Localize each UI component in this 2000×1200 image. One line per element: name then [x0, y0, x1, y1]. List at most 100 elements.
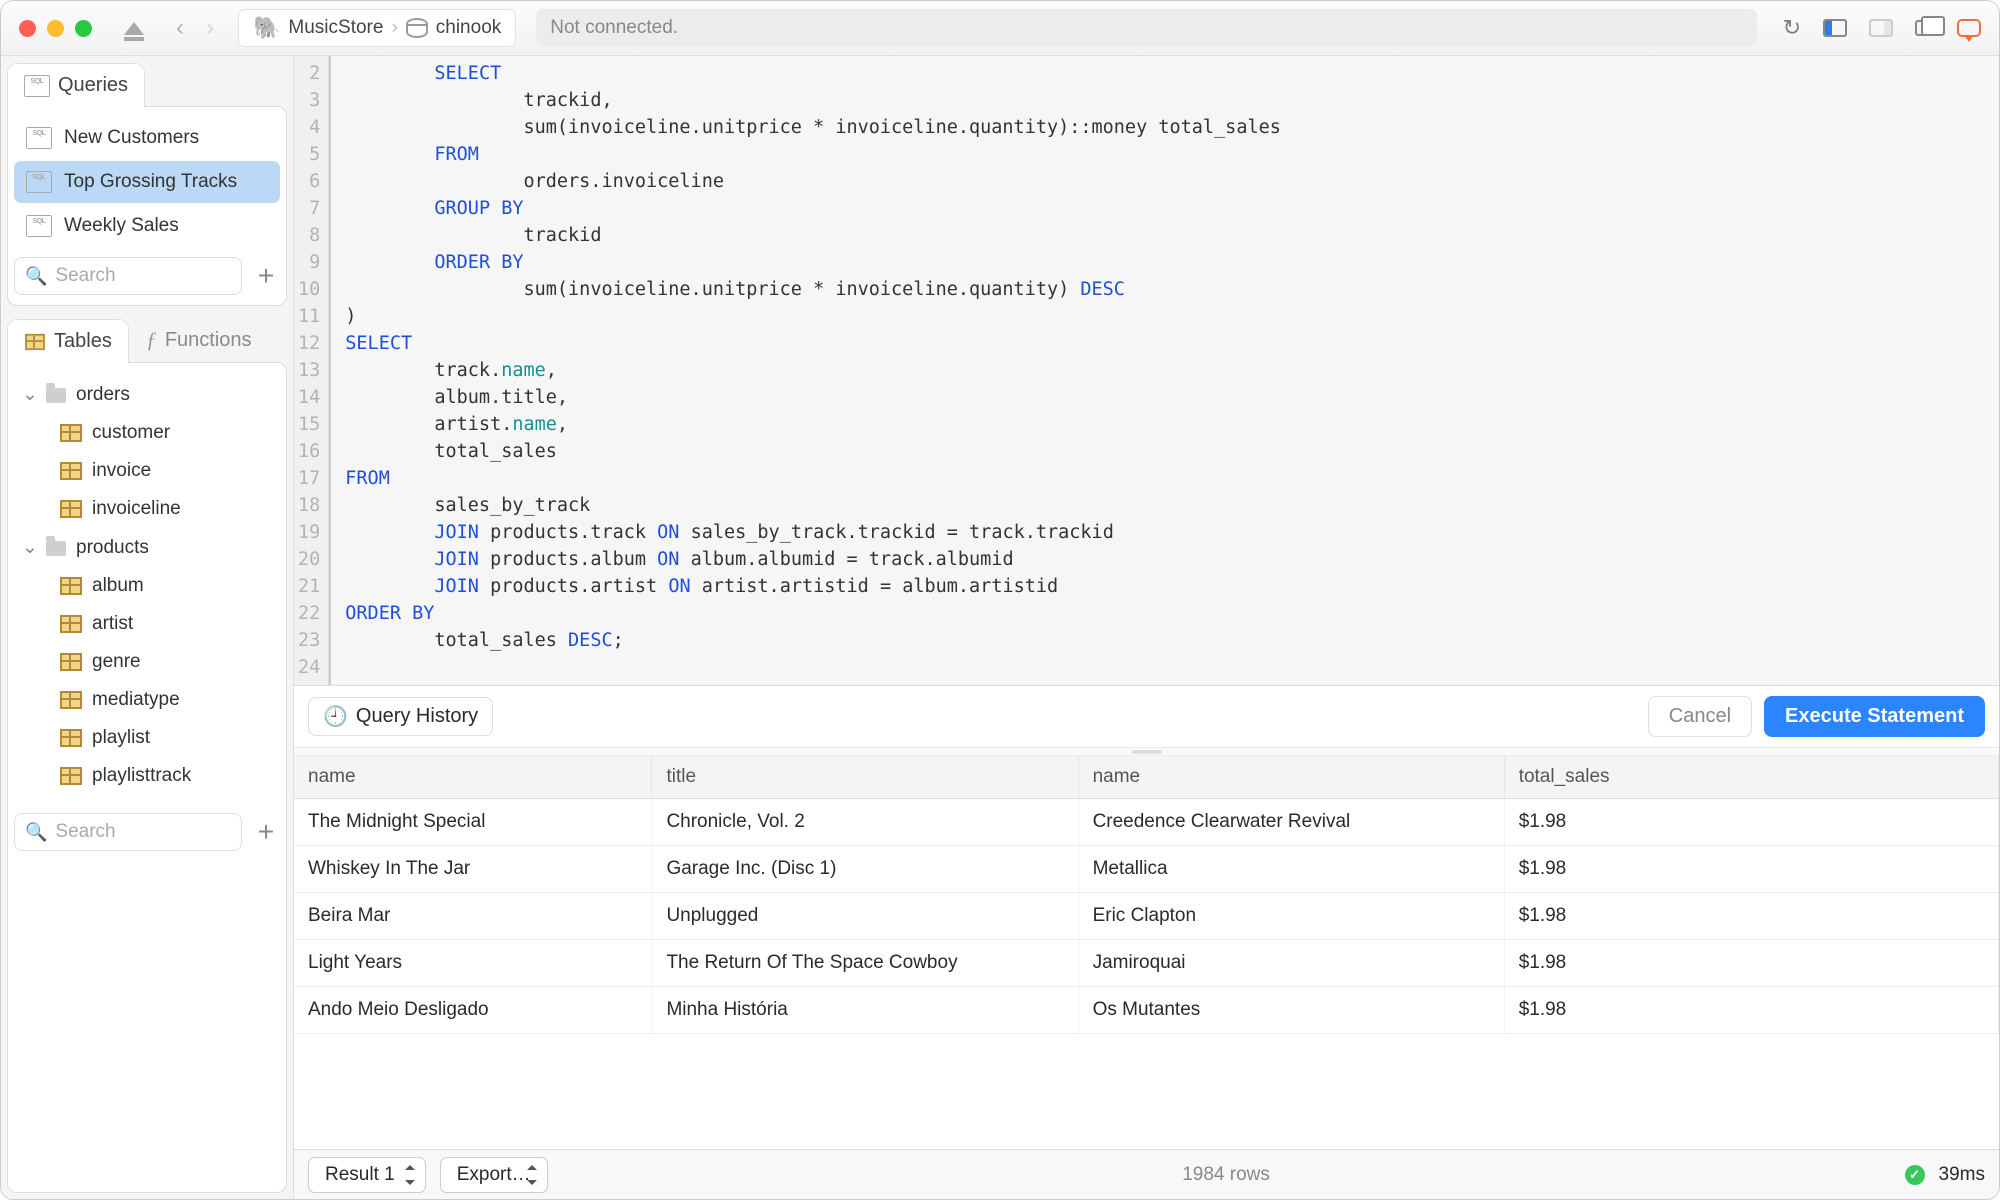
- eject-icon[interactable]: [124, 22, 144, 35]
- table-node[interactable]: album: [8, 567, 286, 605]
- sql-file-icon: [26, 215, 52, 237]
- table-cell[interactable]: Light Years: [294, 940, 652, 987]
- add-table-button[interactable]: +: [252, 816, 280, 848]
- table-cell[interactable]: Jamiroquai: [1078, 940, 1504, 987]
- search-icon: 🔍: [25, 822, 47, 843]
- table-cell[interactable]: Whiskey In The Jar: [294, 846, 652, 893]
- breadcrumb-project: MusicStore: [288, 17, 383, 39]
- table-row[interactable]: Whiskey In The JarGarage Inc. (Disc 1)Me…: [294, 846, 1999, 893]
- table-cell[interactable]: $1.98: [1504, 987, 1998, 1034]
- zoom-window[interactable]: [75, 20, 92, 37]
- table-label: album: [92, 575, 144, 597]
- table-node[interactable]: mediatype: [8, 681, 286, 719]
- query-item-label: New Customers: [64, 127, 199, 149]
- table-cell[interactable]: $1.98: [1504, 846, 1998, 893]
- table-label: artist: [92, 613, 133, 635]
- schema-label: orders: [76, 384, 130, 406]
- status-ok-icon: ✓: [1905, 1165, 1925, 1185]
- breadcrumb-separator: ›: [391, 17, 397, 39]
- result-tab-select[interactable]: Result 1: [308, 1157, 426, 1193]
- table-cell[interactable]: Garage Inc. (Disc 1): [652, 846, 1078, 893]
- windows-icon[interactable]: [1915, 20, 1935, 36]
- table-icon: [60, 500, 82, 518]
- table-node[interactable]: playlist: [8, 719, 286, 757]
- table-cell[interactable]: Beira Mar: [294, 893, 652, 940]
- table-cell[interactable]: Os Mutantes: [1078, 987, 1504, 1034]
- breadcrumb[interactable]: 🐘 MusicStore › chinook: [238, 9, 516, 47]
- table-row[interactable]: Ando Meio DesligadoMinha HistóriaOs Muta…: [294, 987, 1999, 1034]
- table-node[interactable]: genre: [8, 643, 286, 681]
- export-button[interactable]: Export…: [440, 1157, 548, 1193]
- sql-file-icon: [26, 127, 52, 149]
- column-header[interactable]: name: [294, 756, 652, 799]
- queries-search[interactable]: 🔍 Search: [14, 257, 242, 295]
- execute-button[interactable]: Execute Statement: [1764, 696, 1985, 737]
- table-label: playlisttrack: [92, 765, 191, 787]
- row-count: 1984 rows: [562, 1164, 1891, 1186]
- table-cell[interactable]: Minha História: [652, 987, 1078, 1034]
- table-node[interactable]: invoiceline: [8, 490, 286, 528]
- table-cell[interactable]: $1.98: [1504, 893, 1998, 940]
- folder-icon: [46, 541, 66, 556]
- query-item[interactable]: New Customers: [14, 117, 280, 159]
- tab-functions[interactable]: ƒ Functions: [129, 316, 269, 363]
- function-icon: ƒ: [146, 327, 157, 353]
- table-cell[interactable]: Chronicle, Vol. 2: [652, 799, 1078, 846]
- tab-functions-label: Functions: [165, 329, 252, 352]
- search-placeholder: Search: [55, 821, 115, 843]
- sql-file-icon: [26, 171, 52, 193]
- table-cell[interactable]: The Return Of The Space Cowboy: [652, 940, 1078, 987]
- query-item-label: Weekly Sales: [64, 215, 179, 237]
- query-item[interactable]: Top Grossing Tracks: [14, 161, 280, 203]
- table-cell[interactable]: Eric Clapton: [1078, 893, 1504, 940]
- table-cell[interactable]: The Midnight Special: [294, 799, 652, 846]
- table-cell[interactable]: Ando Meio Desligado: [294, 987, 652, 1034]
- schema-node[interactable]: ⌄products: [8, 528, 286, 567]
- table-row[interactable]: Beira MarUnpluggedEric Clapton$1.98: [294, 893, 1999, 940]
- results-splitter[interactable]: [294, 748, 1999, 756]
- table-node[interactable]: customer: [8, 414, 286, 452]
- table-icon: [60, 577, 82, 595]
- schema-node[interactable]: ⌄orders: [8, 375, 286, 414]
- column-header[interactable]: title: [652, 756, 1078, 799]
- query-item[interactable]: Weekly Sales: [14, 205, 280, 247]
- tab-queries-label: Queries: [58, 74, 128, 97]
- right-panel-toggle-icon[interactable]: [1869, 19, 1893, 37]
- query-item-label: Top Grossing Tracks: [64, 171, 237, 193]
- table-node[interactable]: playlisttrack: [8, 757, 286, 795]
- nav-back-icon[interactable]: ‹: [176, 14, 184, 42]
- table-cell[interactable]: $1.98: [1504, 799, 1998, 846]
- left-panel-toggle-icon[interactable]: [1823, 19, 1847, 37]
- column-header[interactable]: name: [1078, 756, 1504, 799]
- table-label: invoiceline: [92, 498, 181, 520]
- folder-icon: [46, 388, 66, 403]
- table-label: mediatype: [92, 689, 180, 711]
- query-history-button[interactable]: 🕘 Query History: [308, 697, 493, 736]
- results-table[interactable]: nametitlenametotal_sales The Midnight Sp…: [294, 756, 1999, 1034]
- chevron-down-icon: ⌄: [22, 536, 36, 559]
- table-cell[interactable]: Unplugged: [652, 893, 1078, 940]
- table-icon: [60, 767, 82, 785]
- cancel-button[interactable]: Cancel: [1648, 696, 1752, 737]
- table-cell[interactable]: Metallica: [1078, 846, 1504, 893]
- minimize-window[interactable]: [47, 20, 64, 37]
- table-label: invoice: [92, 460, 151, 482]
- table-node[interactable]: invoice: [8, 452, 286, 490]
- table-row[interactable]: Light YearsThe Return Of The Space Cowbo…: [294, 940, 1999, 987]
- sql-editor[interactable]: 23456789101112131415161718192021222324 S…: [294, 56, 1999, 686]
- table-node[interactable]: artist: [8, 605, 286, 643]
- refresh-icon[interactable]: ↻: [1783, 15, 1801, 41]
- table-cell[interactable]: Creedence Clearwater Revival: [1078, 799, 1504, 846]
- tab-queries[interactable]: Queries: [7, 63, 145, 107]
- tables-search[interactable]: 🔍 Search: [14, 813, 242, 851]
- table-cell[interactable]: $1.98: [1504, 940, 1998, 987]
- tab-tables[interactable]: Tables: [7, 319, 129, 363]
- feedback-icon[interactable]: [1957, 19, 1981, 37]
- add-query-button[interactable]: +: [252, 260, 280, 292]
- sql-file-icon: [24, 75, 50, 97]
- search-icon: 🔍: [25, 266, 47, 287]
- table-row[interactable]: The Midnight SpecialChronicle, Vol. 2Cre…: [294, 799, 1999, 846]
- close-window[interactable]: [19, 20, 36, 37]
- breadcrumb-database: chinook: [436, 17, 502, 39]
- column-header[interactable]: total_sales: [1504, 756, 1998, 799]
